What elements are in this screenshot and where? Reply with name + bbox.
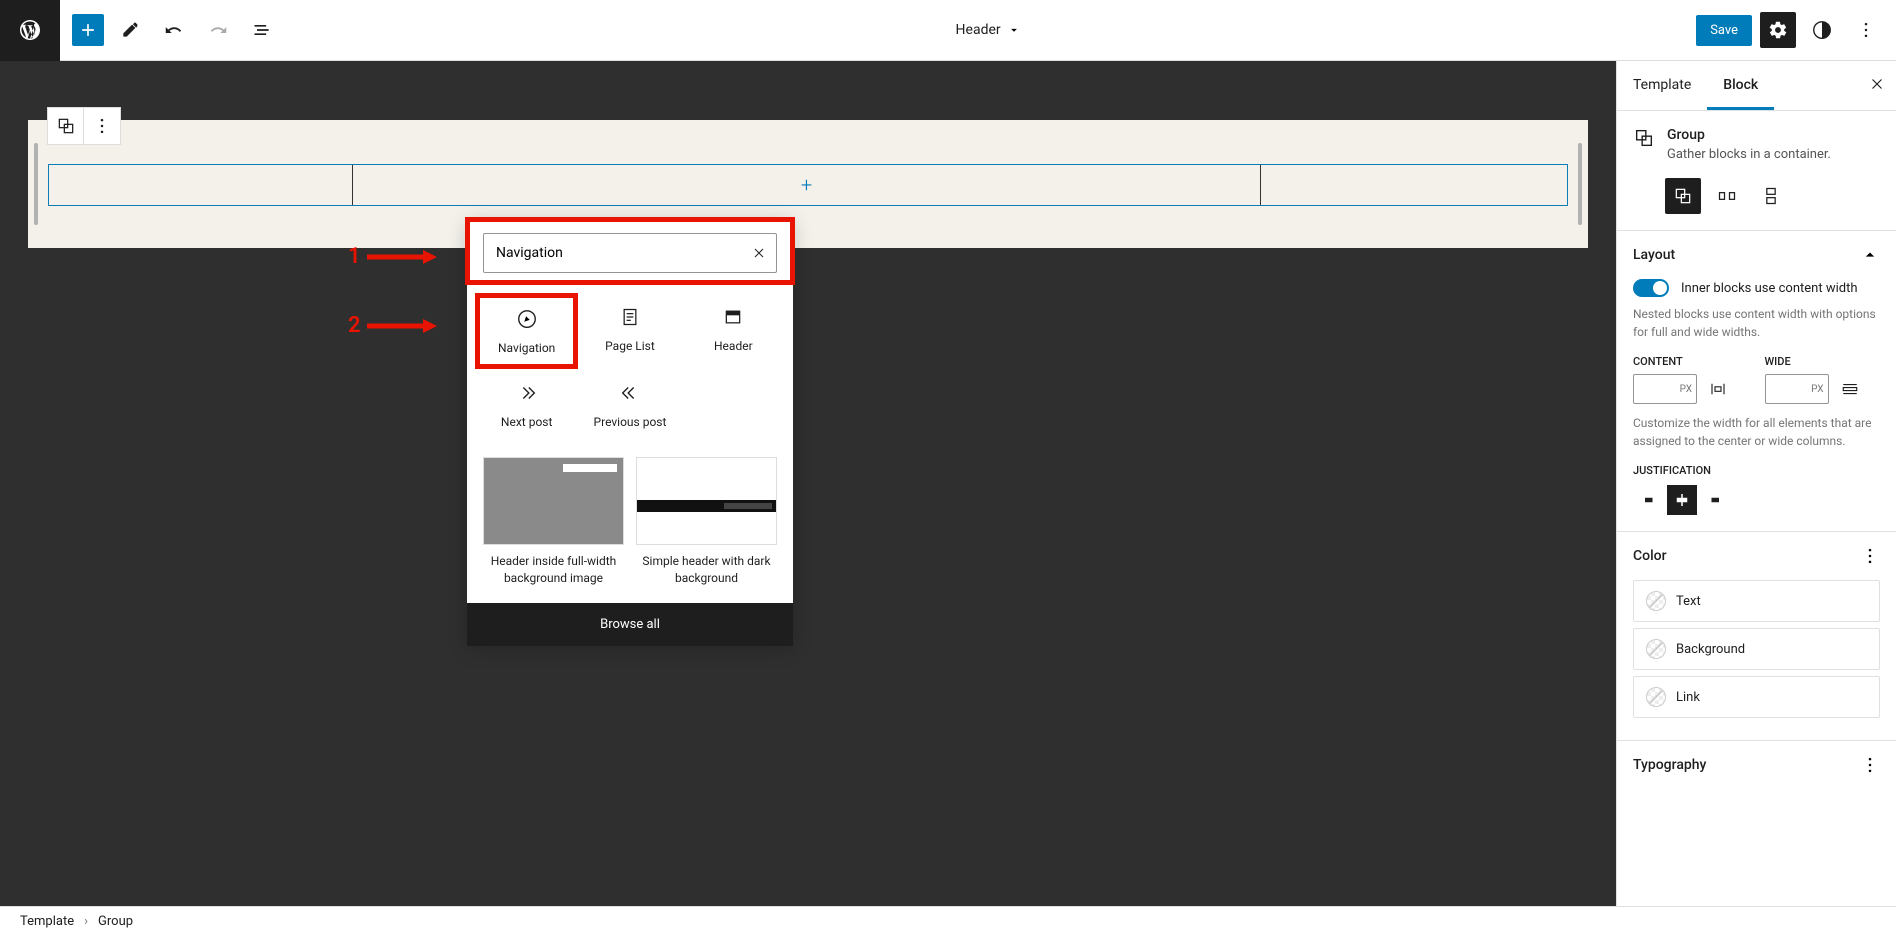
column-right[interactable] bbox=[1261, 165, 1567, 205]
color-more-icon[interactable] bbox=[1860, 546, 1880, 566]
add-block-button[interactable] bbox=[72, 14, 104, 46]
breadcrumb-sep: › bbox=[84, 914, 88, 929]
variation-group[interactable] bbox=[1665, 178, 1701, 214]
justify-center[interactable] bbox=[1667, 485, 1697, 515]
group-icon bbox=[1633, 127, 1655, 149]
block-type-desc: Gather blocks in a container. bbox=[1667, 147, 1831, 162]
justify-left[interactable] bbox=[1633, 485, 1663, 515]
scroll-indicator bbox=[1578, 143, 1582, 225]
top-toolbar: Header Save bbox=[0, 0, 1896, 61]
content-align-button[interactable] bbox=[1703, 374, 1733, 404]
pattern-header-fullwidth[interactable]: Header inside full-width background imag… bbox=[483, 457, 624, 587]
typography-more-icon[interactable] bbox=[1860, 755, 1880, 775]
save-button[interactable]: Save bbox=[1696, 15, 1752, 46]
pattern-header-dark[interactable]: Simple header with dark background bbox=[636, 457, 777, 587]
header-icon bbox=[721, 305, 745, 329]
clear-search-button[interactable] bbox=[751, 245, 767, 261]
crumb-group[interactable]: Group bbox=[98, 914, 133, 929]
column-center[interactable]: + bbox=[353, 165, 1261, 205]
color-panel-toggle[interactable]: Color bbox=[1617, 532, 1896, 580]
edit-tool-button[interactable] bbox=[112, 12, 148, 48]
wordpress-logo[interactable] bbox=[0, 0, 60, 61]
more-menu-button[interactable] bbox=[1848, 12, 1884, 48]
justify-right[interactable] bbox=[1701, 485, 1731, 515]
block-navigation[interactable]: Navigation bbox=[477, 295, 576, 367]
list-view-button[interactable] bbox=[244, 12, 280, 48]
wide-label: WIDE bbox=[1765, 355, 1881, 368]
variation-stack[interactable] bbox=[1753, 178, 1789, 214]
block-type-button[interactable] bbox=[48, 108, 84, 144]
settings-sidebar: Template Block Group Gather blocks in a … bbox=[1616, 61, 1896, 906]
block-inserter: Navigation Page List Header Next post Pr… bbox=[467, 219, 793, 646]
content-width-input[interactable] bbox=[1633, 374, 1697, 404]
content-width-toggle[interactable] bbox=[1633, 279, 1669, 297]
annotation-1: 1 bbox=[348, 244, 437, 269]
next-icon bbox=[515, 381, 539, 405]
justification-label: JUSTIFICATION bbox=[1633, 464, 1880, 477]
document-title[interactable]: Header bbox=[280, 22, 1696, 38]
color-background[interactable]: Background bbox=[1633, 628, 1880, 670]
wide-width-input[interactable] bbox=[1765, 374, 1829, 404]
variation-row[interactable] bbox=[1709, 178, 1745, 214]
color-text[interactable]: Text bbox=[1633, 580, 1880, 622]
layout-panel-toggle[interactable]: Layout bbox=[1617, 231, 1896, 279]
crumb-template[interactable]: Template bbox=[20, 914, 74, 929]
block-toolbar bbox=[47, 107, 121, 145]
block-page-list[interactable]: Page List bbox=[578, 293, 681, 369]
chevron-down-icon bbox=[1007, 23, 1021, 37]
block-options-button[interactable] bbox=[84, 108, 120, 144]
add-block-inline[interactable]: + bbox=[801, 173, 812, 197]
color-link[interactable]: Link bbox=[1633, 676, 1880, 718]
scroll-indicator bbox=[34, 143, 38, 225]
block-previous-post[interactable]: Previous post bbox=[578, 369, 681, 441]
header-block[interactable]: + bbox=[28, 120, 1588, 248]
settings-button[interactable] bbox=[1760, 12, 1796, 48]
tab-block[interactable]: Block bbox=[1707, 61, 1774, 110]
block-next-post[interactable]: Next post bbox=[475, 369, 578, 441]
inserter-search-area bbox=[467, 219, 793, 283]
previous-icon bbox=[618, 381, 642, 405]
annotation-2: 2 bbox=[348, 313, 437, 338]
group-row[interactable]: + bbox=[48, 164, 1568, 206]
page-list-icon bbox=[618, 305, 642, 329]
styles-button[interactable] bbox=[1804, 12, 1840, 48]
content-label: CONTENT bbox=[1633, 355, 1749, 368]
breadcrumb: Template › Group bbox=[0, 906, 1896, 936]
chevron-up-icon bbox=[1860, 245, 1880, 265]
redo-button[interactable] bbox=[200, 12, 236, 48]
canvas-area[interactable]: + 1 2 bbox=[0, 61, 1616, 906]
toggle-label: Inner blocks use content width bbox=[1681, 281, 1858, 296]
width-help: Customize the width for all elements tha… bbox=[1633, 414, 1880, 450]
block-type-title: Group bbox=[1667, 127, 1831, 143]
search-input[interactable] bbox=[483, 233, 777, 273]
typography-panel-toggle[interactable]: Typography bbox=[1617, 741, 1896, 789]
toggle-help: Nested blocks use content width with opt… bbox=[1633, 305, 1880, 341]
wide-align-button[interactable] bbox=[1835, 374, 1865, 404]
browse-all-button[interactable]: Browse all bbox=[467, 603, 793, 646]
compass-icon bbox=[515, 307, 539, 331]
close-panel-button[interactable] bbox=[1868, 75, 1886, 93]
block-header[interactable]: Header bbox=[682, 293, 785, 369]
column-left[interactable] bbox=[49, 165, 353, 205]
undo-button[interactable] bbox=[156, 12, 192, 48]
tab-template[interactable]: Template bbox=[1617, 61, 1707, 110]
